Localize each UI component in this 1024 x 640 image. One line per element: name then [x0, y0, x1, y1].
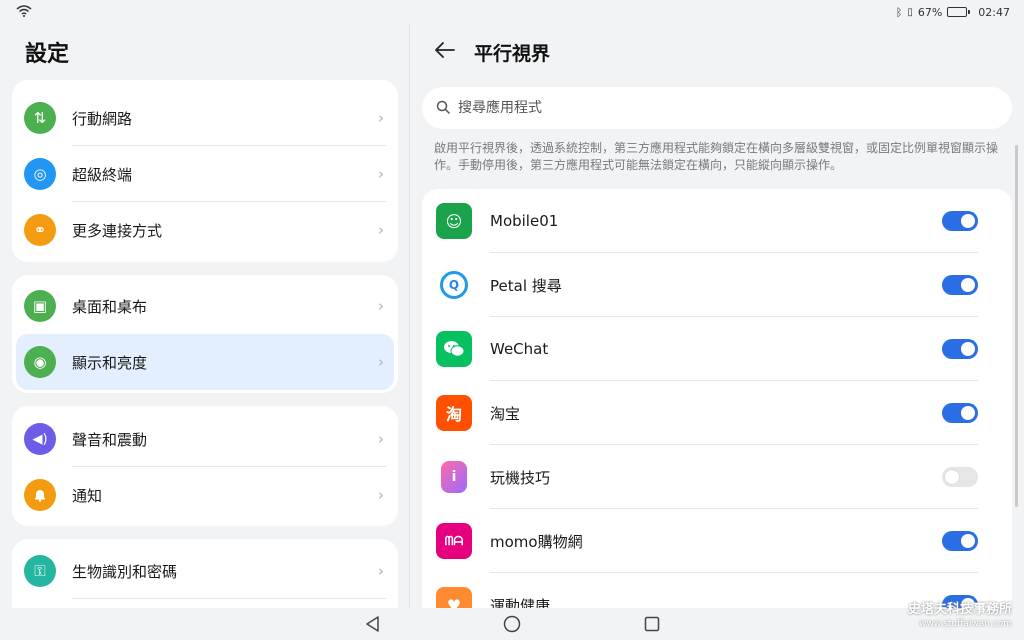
app-name: Mobile01	[490, 212, 559, 230]
settings-item-notification[interactable]: 通知 ›	[12, 467, 398, 523]
settings-item-label: 通知	[72, 486, 103, 505]
super-device-icon: ◎	[24, 158, 56, 190]
eye-icon: ◉	[24, 346, 56, 378]
chevron-right-icon: ›	[378, 430, 384, 448]
clock: 02:47	[978, 5, 1010, 19]
navigation-bar	[0, 608, 1024, 640]
app-row-momo: ᗰᗩ momo購物網	[422, 509, 1012, 573]
chevron-right-icon: ›	[378, 562, 384, 580]
app-list: ☺ Mobile01 Q Petal 搜尋 WeChat 淘 淘宝 i 玩機技巧…	[422, 189, 1012, 609]
arrow-left-icon	[434, 39, 456, 64]
chevron-right-icon: ›	[378, 109, 384, 127]
settings-title: 設定	[25, 42, 70, 67]
nav-back-button[interactable]	[362, 614, 382, 634]
link-icon: ⚭	[24, 214, 56, 246]
battery-percent: 67%	[917, 5, 943, 19]
wechat-app-icon	[436, 331, 472, 367]
toggle-switch[interactable]	[942, 211, 978, 231]
app-name: momo購物網	[490, 532, 583, 551]
app-name: WeChat	[490, 340, 549, 358]
settings-item-label: 超級終端	[72, 165, 133, 184]
feature-description: 啟用平行視界後，透過系統控制，第三方應用程式能夠鎖定在橫向多層級雙視窗，或固定比…	[434, 141, 999, 172]
toggle-switch[interactable]	[942, 531, 978, 551]
nav-home-button[interactable]	[502, 614, 522, 634]
settings-item-label: 桌面和桌布	[72, 297, 148, 316]
key-icon: ⚿	[24, 555, 56, 587]
circle-home-icon	[503, 615, 521, 633]
nav-recents-button[interactable]	[642, 614, 662, 634]
petal-search-app-icon: Q	[440, 271, 468, 299]
chevron-right-icon: ›	[378, 297, 384, 315]
battery-icon	[947, 7, 971, 17]
settings-item-sound[interactable]: ◀) 聲音和震動 ›	[12, 411, 398, 467]
app-row-tips: i 玩機技巧	[422, 445, 1012, 509]
chevron-right-icon: ›	[378, 486, 384, 504]
toggle-switch[interactable]	[942, 339, 978, 359]
settings-item-wallpaper[interactable]: ▣ 桌面和桌布 ›	[12, 278, 398, 334]
toggle-switch[interactable]	[942, 275, 978, 295]
page-title: 平行視界	[474, 43, 551, 65]
app-name: 玩機技巧	[490, 468, 551, 487]
wallpaper-icon: ▣	[24, 290, 56, 322]
taobao-app-icon: 淘	[436, 395, 472, 431]
settings-group-display: ▣ 桌面和桌布 › ◉ 顯示和亮度 ›	[12, 275, 398, 393]
chevron-right-icon: ›	[378, 165, 384, 183]
watermark-url: www.stuffaiwan.com	[919, 619, 1012, 629]
app-row-petal-search: Q Petal 搜尋	[422, 253, 1012, 317]
app-row-taobao: 淘 淘宝	[422, 381, 1012, 445]
toggle-switch[interactable]	[942, 467, 978, 487]
app-row-mobile01: ☺ Mobile01	[422, 189, 1012, 253]
settings-item-display-brightness[interactable]: ◉ 顯示和亮度 ›	[16, 334, 394, 390]
back-button[interactable]	[432, 38, 458, 64]
tips-app-icon: i	[441, 461, 467, 493]
watermark: 史塔夫科技事務所 www.stuffaiwan.com	[908, 603, 1012, 631]
mobile-data-icon: ⇅	[24, 102, 56, 134]
scrollbar[interactable]	[1015, 145, 1018, 507]
vibrate-icon: ▯	[907, 6, 913, 18]
divider	[72, 598, 386, 599]
settings-item-biometrics[interactable]: ⚿ 生物識別和密碼 ›	[12, 543, 398, 599]
search-icon	[436, 99, 450, 118]
chevron-right-icon: ›	[378, 353, 384, 371]
bluetooth-icon: ᛒ	[895, 5, 903, 19]
speaker-icon: ◀)	[24, 423, 56, 455]
settings-item-mobile-network[interactable]: ⇅ 行動網路 ›	[12, 90, 398, 146]
settings-group-sound: ◀) 聲音和震動 › 通知 ›	[12, 406, 398, 526]
settings-item-more-connections[interactable]: ⚭ 更多連接方式 ›	[12, 202, 398, 258]
search-input[interactable]	[458, 100, 978, 116]
settings-item-label: 聲音和震動	[72, 430, 148, 449]
settings-item-super-device[interactable]: ◎ 超級終端 ›	[12, 146, 398, 202]
app-name: 淘宝	[490, 404, 521, 423]
settings-item-label: 生物識別和密碼	[72, 562, 178, 581]
settings-group-connectivity: ⇅ 行動網路 › ◎ 超級終端 › ⚭ 更多連接方式 ›	[12, 80, 398, 262]
settings-item-label: 顯示和亮度	[72, 353, 148, 372]
toggle-switch[interactable]	[942, 403, 978, 423]
triangle-back-icon	[366, 616, 379, 632]
settings-group-security: ⚿ 生物識別和密碼 ›	[12, 539, 398, 608]
pane-divider	[409, 24, 410, 608]
search-bar[interactable]	[422, 87, 1012, 129]
app-row-wechat: WeChat	[422, 317, 1012, 381]
wifi-icon	[16, 4, 32, 20]
square-recents-icon	[644, 616, 660, 632]
momo-app-icon: ᗰᗩ	[436, 523, 472, 559]
chevron-right-icon: ›	[378, 221, 384, 239]
app-name: 運動健康	[490, 596, 551, 610]
settings-item-label: 更多連接方式	[72, 221, 163, 240]
bell-icon	[24, 479, 56, 511]
health-app-icon: ♥	[436, 587, 472, 609]
settings-item-label: 行動網路	[72, 109, 133, 128]
mobile01-app-icon: ☺	[436, 203, 472, 239]
status-bar: ᛒ ▯ 67% 02:47	[0, 0, 1024, 24]
watermark-title: 史塔夫科技事務所	[907, 602, 1012, 617]
app-name: Petal 搜尋	[490, 276, 562, 295]
